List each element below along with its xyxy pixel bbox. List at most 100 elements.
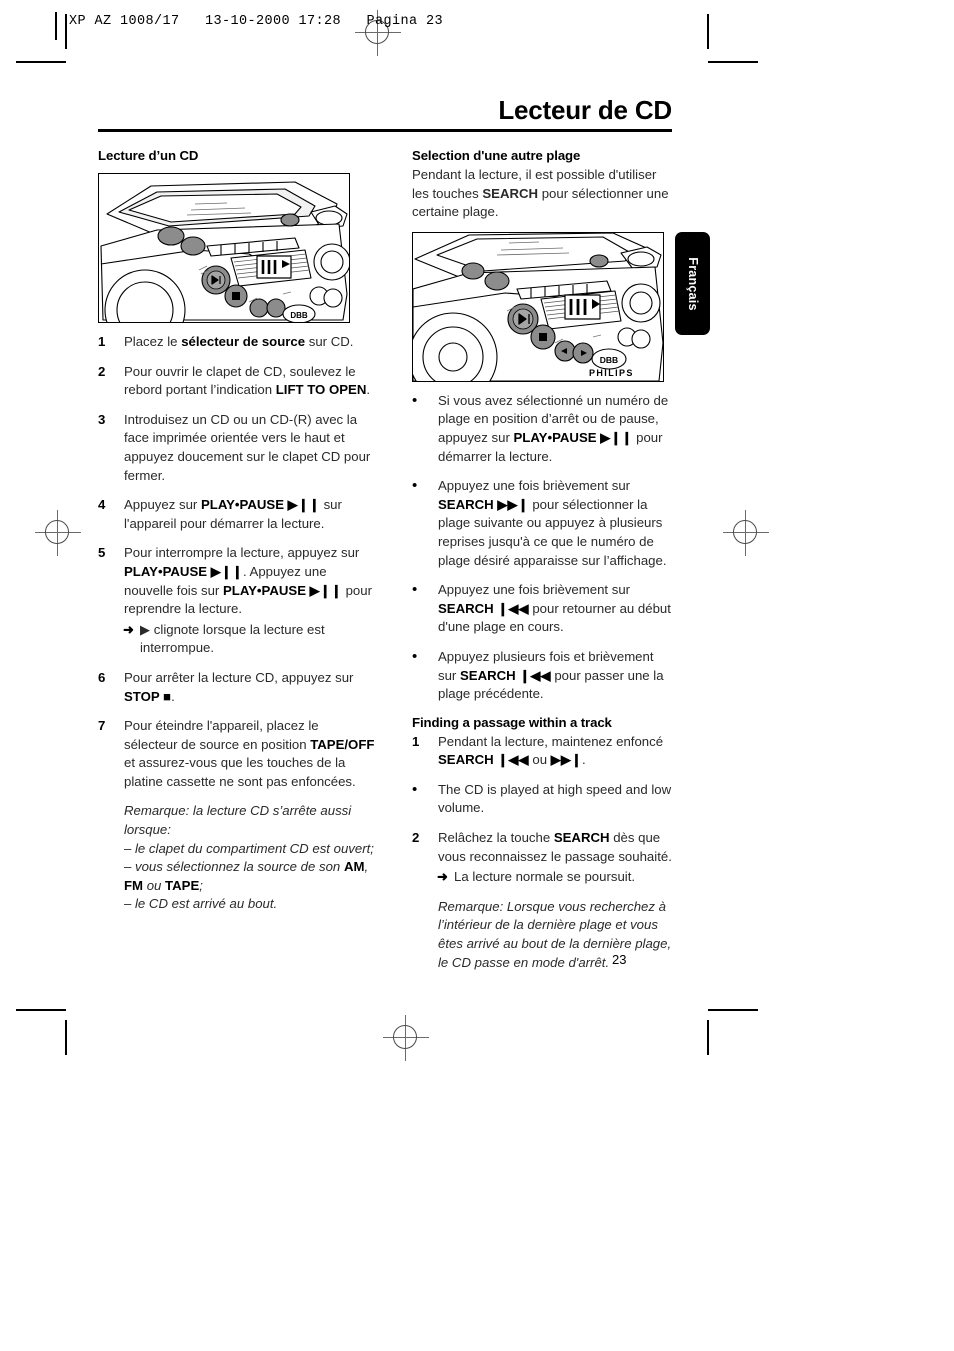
body-text: – vous sélectionnez la source de son <box>124 859 344 875</box>
numbered-step: 1 Pendant la lecture, maintenez enfoncé S… <box>412 733 675 770</box>
step-number: 6 <box>98 669 106 685</box>
subsection-heading-finding-passage: Finding a passage within a track <box>412 714 612 730</box>
numbered-step: 7 Pour éteindre l'appareil, placez le sél… <box>98 717 375 791</box>
step-text: Appuyez une fois brièvement sur SEARCH ❙… <box>438 582 671 634</box>
step-number: 2 <box>412 830 420 846</box>
body-text: Pendant la lecture, maintenez enfoncé <box>438 733 664 749</box>
body-text: Appuyez une fois brièvement sur <box>438 582 631 598</box>
numbered-step: 2 Relâchez la touche SEARCH dès que vous … <box>412 829 675 887</box>
step-text: Si vous avez sélectionné un numéro de pl… <box>438 393 668 464</box>
note-line: – le CD est arrivé au bout. <box>124 895 375 914</box>
printed-page: XP AZ 1008/17 13-10-2000 17:28 Pagina 23… <box>0 0 954 1351</box>
body-text: sur CD. <box>305 334 354 349</box>
body-text: ; <box>199 877 203 893</box>
numbered-step: 3 Introduisez un CD ou un CD-(R) avec la … <box>98 411 375 485</box>
page-content: Lecteur de CD Lecture d’un CD DBB 1 Plac… <box>0 0 954 1351</box>
bullet-item: • Appuyez une fois brièvement sur SEARCH … <box>412 581 675 637</box>
right-column-intro: Pendant la lecture, il est possible d'ut… <box>412 166 675 222</box>
svg-text:PHILIPS: PHILIPS <box>589 368 634 378</box>
left-column-steps: 1 Placez le sélecteur de source sur CD. 2 P… <box>98 333 375 791</box>
language-tab-francais: Français <box>675 232 710 335</box>
right-column: Selection d'une autre plage Pendant la l… <box>412 148 675 972</box>
emphasis-text: PLAY•PAUSE <box>200 497 285 513</box>
right-column-bullets: • Si vous avez sélectionné un numéro de p… <box>412 392 675 704</box>
emphasis-text: TAPE <box>165 877 200 893</box>
step-number: 4 <box>98 497 106 513</box>
language-tab-label: Français <box>685 256 700 311</box>
body-text: Placez le <box>124 334 182 349</box>
step-text: Placez le sélecteur de source sur CD. <box>124 334 353 349</box>
figure-cd-player-right: DBB PHILIPS <box>412 231 664 382</box>
title-divider <box>98 129 672 132</box>
numbered-step: 2 Pour ouvrir le clapet de CD, soulevez l… <box>98 363 375 400</box>
page-number: 23 <box>612 952 627 967</box>
body-text: – le clapet du compartiment CD est ouver… <box>124 840 374 856</box>
body-text: The CD is played at high speed and low v… <box>438 781 672 816</box>
step-number: 1 <box>98 334 106 349</box>
figure-cd-player-left: DBB <box>98 173 350 323</box>
bullet-marker: • <box>412 391 418 409</box>
numbered-step: 1 Placez le sélecteur de source sur CD. <box>98 333 375 352</box>
emphasis-text: PLAY•PAUSE ▶❙❙ <box>513 429 633 445</box>
page-title: Lecteur de CD <box>498 95 672 125</box>
emphasis-text: ❙◀◀ <box>493 752 533 768</box>
emphasis-text: STOP ■ <box>124 688 172 704</box>
emphasis-text: SEARCH <box>482 185 539 201</box>
emphasis-text: SEARCH ❙◀◀ <box>459 667 551 683</box>
result-text: La lecture normale se poursuit. <box>454 869 636 885</box>
emphasis-text: LIFT TO OPEN <box>275 382 367 398</box>
step-number: 5 <box>98 545 106 561</box>
body-text: Appuyez une fois brièvement sur <box>438 478 631 494</box>
result-arrow-icon: ➜ <box>123 621 135 637</box>
body-text: , <box>364 859 369 875</box>
emphasis-text: SEARCH ❙◀◀ <box>438 600 529 616</box>
body-text: Pour éteindre l'appareil, placez le séle… <box>124 718 319 752</box>
body-text: . <box>366 382 371 398</box>
left-column: Lecture d’un CD DBB 1 Placez le sélecteu… <box>98 148 375 914</box>
step-number: 2 <box>98 363 106 379</box>
step-text: Appuyez une fois brièvement sur SEARCH ▶… <box>438 478 666 567</box>
emphasis-text: sélecteur de source <box>181 334 306 349</box>
section-heading-lecture-dun-cd: Lecture d’un CD <box>98 148 199 163</box>
emphasis-text: PLAY•PAUSE ▶❙❙ <box>222 582 342 598</box>
bullet-item: • Appuyez plusieurs fois et brièvement su… <box>412 648 675 704</box>
body-text: . <box>171 688 175 704</box>
right-column-note: Remarque: Lorsque vous recherchez à l’in… <box>438 898 675 972</box>
bullet-marker: • <box>412 477 418 495</box>
section-heading-selection-autre-plage: Selection d'une autre plage <box>412 148 581 163</box>
step-result-line: ➜ La lecture normale se poursuit. <box>437 868 675 887</box>
body-text: ou <box>143 877 166 893</box>
body-text: Remarque: la lecture CD s’arrête aussi l… <box>124 803 352 838</box>
body-text: – le CD est arrivé au bout. <box>124 896 278 912</box>
step-text: Pour ouvrir le clapet de CD, soulevez le… <box>124 364 370 398</box>
step-number: 7 <box>98 718 106 734</box>
body-text: Appuyez sur <box>124 497 201 513</box>
emphasis-text: TAPE/OFF <box>310 736 375 752</box>
right-column-subsection-items: 1 Pendant la lecture, maintenez enfoncé S… <box>412 733 675 887</box>
step-text: Appuyez sur PLAY•PAUSE ▶❙❙ sur l'apparei… <box>124 497 342 531</box>
numbered-step: 5 Pour interrompre la lecture, appuyez su… <box>98 544 375 658</box>
body-text: Introduisez un CD ou un CD-(R) avec la f… <box>124 411 371 483</box>
emphasis-text: ▶❙❙ <box>284 497 320 513</box>
step-result-line: ➜ ▶ clignote lorsque la lecture est inte… <box>123 621 375 658</box>
step-text: Pour arrêter la lecture CD, appuyez sur … <box>124 670 353 704</box>
bullet-item: • The CD is played at high speed and low … <box>412 781 675 818</box>
body-text: Pour arrêter la lecture CD, appuyez sur <box>124 669 354 685</box>
svg-text:DBB: DBB <box>600 355 618 365</box>
body-text: ou <box>532 752 548 768</box>
emphasis-text: PLAY•PAUSE ▶❙❙ <box>124 563 243 579</box>
bullet-marker: • <box>412 780 418 798</box>
numbered-step: 4 Appuyez sur PLAY•PAUSE ▶❙❙ sur l'appare… <box>98 496 375 533</box>
note-line: Remarque: la lecture CD s’arrête aussi l… <box>124 802 375 839</box>
note-line: – vous sélectionnez la source de son AM,… <box>124 858 375 895</box>
step-text: The CD is played at high speed and low v… <box>438 782 671 816</box>
emphasis-text: SEARCH <box>438 752 494 768</box>
emphasis-text: SEARCH <box>553 830 610 846</box>
left-column-note: Remarque: la lecture CD s’arrête aussi l… <box>124 802 375 914</box>
note-line: Remarque: Lorsque vous recherchez à l’in… <box>438 898 675 972</box>
bullet-marker: • <box>412 647 418 665</box>
step-number: 1 <box>412 733 420 749</box>
step-text: Introduisez un CD ou un CD-(R) avec la f… <box>124 412 370 483</box>
step-text: Pendant la lecture, maintenez enfoncé SE… <box>438 734 663 768</box>
bullet-item: • Si vous avez sélectionné un numéro de p… <box>412 392 675 466</box>
